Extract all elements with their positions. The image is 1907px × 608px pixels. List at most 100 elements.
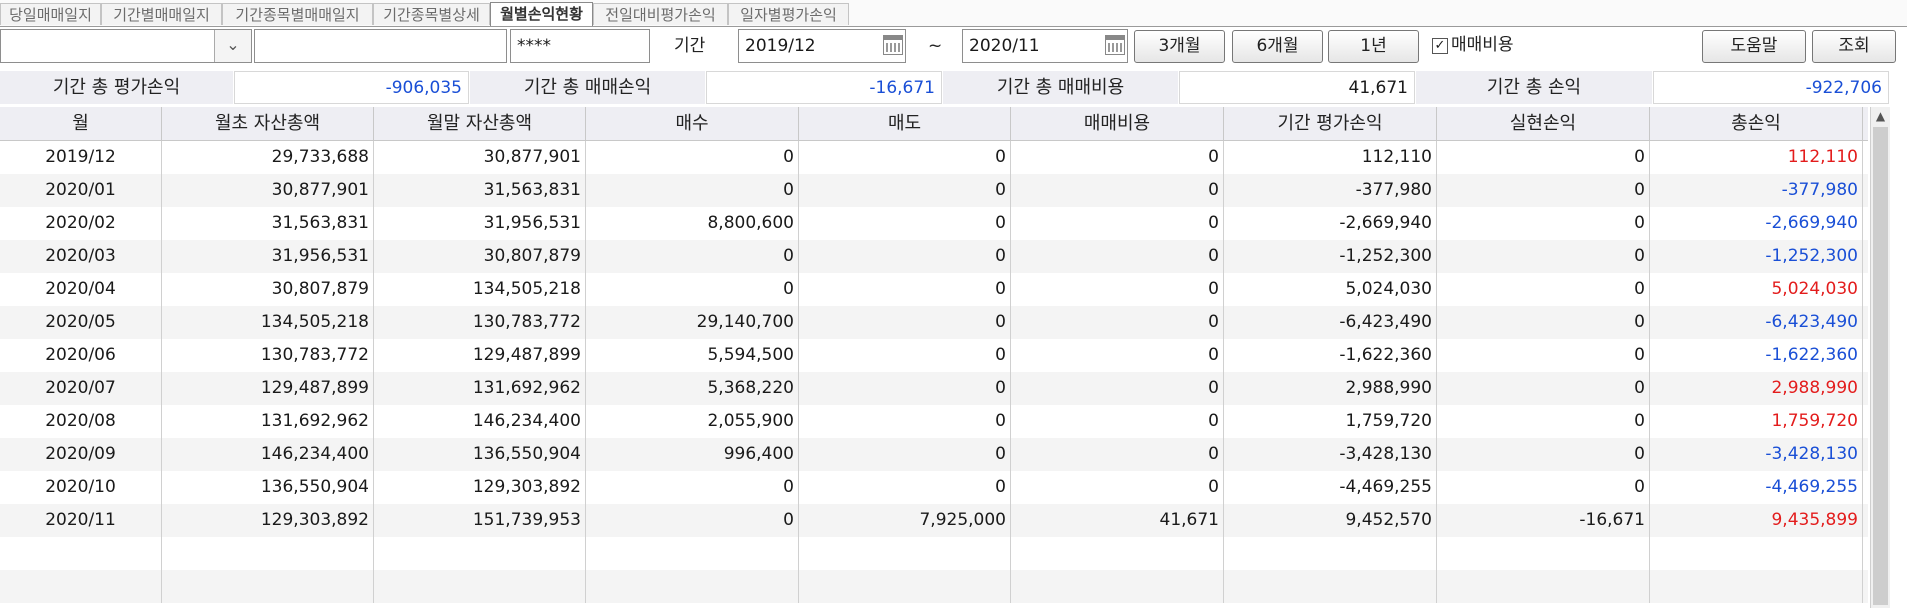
monthly-pnl-table: 월 월초 자산총액 월말 자산총액 매수 매도 매매비용 기간 평가손익 실현손익 총손익 20… <box>0 107 1868 608</box>
table-cell: -1,622,360 <box>1224 339 1437 372</box>
tab-period-stock-detail[interactable]: 기간종목별상세 <box>373 3 490 25</box>
column-header[interactable]: 월 <box>0 107 162 140</box>
table-cell <box>799 570 1011 603</box>
table-cell: 0 <box>1011 273 1224 306</box>
tab-prev-day-eval[interactable]: 전일대비평가손익 <box>593 3 728 25</box>
tab-period-stock-journal[interactable]: 기간종목별매매일지 <box>222 3 373 25</box>
table-row[interactable]: 2019/12 29,733,688 30,877,901 0 0 0 112,110 0 11… <box>0 141 1868 174</box>
table-row[interactable]: 2020/11 129,303,892 151,739,953 0 7,925,000 4… <box>0 504 1868 537</box>
table-cell: 0 <box>1437 273 1650 306</box>
table-row[interactable]: 2020/09 146,234,400 136,550,904 996,400 0 0 -3… <box>0 438 1868 471</box>
table-cell: 30,807,879 <box>374 240 586 273</box>
table-row[interactable]: 2020/10 136,550,904 129,303,892 0 0 0 -4,469,2… <box>0 471 1868 504</box>
summary-fee-label: 기간 총 매매비용 <box>943 71 1178 104</box>
table-cell: -6,423,490 <box>1224 306 1437 339</box>
period-separator: ~ <box>928 36 943 56</box>
table-cell: 30,877,901 <box>162 174 374 207</box>
column-header[interactable]: 매수 <box>586 107 799 140</box>
table-row[interactable] <box>0 537 1868 570</box>
table-cell: 0 <box>1011 438 1224 471</box>
table-cell: -377,980 <box>1224 174 1437 207</box>
column-header[interactable]: 매매비용 <box>1011 107 1224 140</box>
tab-monthly-pnl[interactable]: 월별손익현황 <box>490 2 593 26</box>
scroll-up-arrow-icon[interactable]: ▲ <box>1871 107 1890 126</box>
table-row[interactable]: 2020/02 31,563,831 31,956,531 8,800,600 0 0 -2… <box>0 207 1868 240</box>
3-months-button[interactable]: 3개월 <box>1134 30 1225 63</box>
table-row[interactable]: 2020/01 30,877,901 31,563,831 0 0 0 -377,980 0-… <box>0 174 1868 207</box>
table-cell: 0 <box>1437 141 1650 174</box>
table-cell <box>586 570 799 603</box>
table-cell: 130,783,772 <box>162 339 374 372</box>
tab-daily-journal[interactable]: 당일매매일지 <box>0 3 101 25</box>
table-cell: -377,980 <box>1650 174 1863 207</box>
summary-eval-value: -906,035 <box>234 71 469 104</box>
column-header[interactable]: 기간 평가손익 <box>1224 107 1437 140</box>
table-cell <box>799 537 1011 570</box>
tab-period-journal[interactable]: 기간별매매일지 <box>101 3 222 25</box>
column-header[interactable]: 월말 자산총액 <box>374 107 586 140</box>
table-cell: 2,988,990 <box>1224 372 1437 405</box>
table-cell: 8,800,600 <box>586 207 799 240</box>
table-row[interactable]: 2020/04 30,807,879 134,505,218 0 0 0 5,024,030… <box>0 273 1868 306</box>
calendar-icon[interactable] <box>1105 35 1125 55</box>
table-cell: 2019/12 <box>0 141 162 174</box>
start-date-input[interactable]: 2019/12 <box>738 29 906 63</box>
table-row[interactable]: 2020/05 134,505,218 130,783,772 29,140,700 0… <box>0 306 1868 339</box>
table-cell: 0 <box>799 339 1011 372</box>
table-cell: -1,622,360 <box>1650 339 1863 372</box>
tab-daily-eval[interactable]: 일자별평가손익 <box>728 3 849 25</box>
vertical-scrollbar[interactable]: ▲ <box>1870 107 1890 608</box>
table-cell: 31,956,531 <box>162 240 374 273</box>
table-cell: 0 <box>1437 438 1650 471</box>
account-combo[interactable]: ⌄ <box>0 29 252 63</box>
table-cell: 0 <box>1437 471 1650 504</box>
table-cell <box>162 537 374 570</box>
column-header[interactable]: 월초 자산총액 <box>162 107 374 140</box>
table-cell: 112,110 <box>1650 141 1863 174</box>
table-cell: 0 <box>586 273 799 306</box>
6-months-button[interactable]: 6개월 <box>1232 30 1323 63</box>
table-header: 월 월초 자산총액 월말 자산총액 매수 매도 매매비용 기간 평가손익 실현손익 총손익 <box>0 107 1868 141</box>
table-cell: 0 <box>586 141 799 174</box>
summary-trade-label: 기간 총 매매손익 <box>470 71 705 104</box>
column-header[interactable]: 실현손익 <box>1437 107 1650 140</box>
calendar-icon[interactable] <box>883 35 903 55</box>
table-cell: 151,739,953 <box>374 504 586 537</box>
table-cell <box>0 537 162 570</box>
table-cell: 0 <box>799 240 1011 273</box>
table-cell <box>1437 537 1650 570</box>
table-cell: 2020/08 <box>0 405 162 438</box>
table-row[interactable]: 2020/07 129,487,899 131,692,962 5,368,220 0 0… <box>0 372 1868 405</box>
table-cell: 0 <box>1011 306 1224 339</box>
table-cell: 131,692,962 <box>162 405 374 438</box>
column-header[interactable]: 총손익 <box>1650 107 1863 140</box>
table-cell: -6,423,490 <box>1650 306 1863 339</box>
table-cell: -2,669,940 <box>1650 207 1863 240</box>
table-cell: 2020/04 <box>0 273 162 306</box>
table-cell: 0 <box>799 471 1011 504</box>
table-cell: 5,368,220 <box>586 372 799 405</box>
table-cell: -3,428,130 <box>1650 438 1863 471</box>
search-button[interactable]: 조회 <box>1812 30 1896 63</box>
table-row[interactable] <box>0 570 1868 603</box>
help-button[interactable]: 도움말 <box>1702 30 1806 63</box>
table-cell: 112,110 <box>1224 141 1437 174</box>
checkbox-checked-icon[interactable]: ✓ <box>1432 38 1448 54</box>
summary-eval-label: 기간 총 평가손익 <box>0 71 233 104</box>
period-summary: 기간 총 평가손익 -906,035 기간 총 매매손익 -16,671 기간 … <box>0 71 1907 104</box>
table-cell: 1,759,720 <box>1224 405 1437 438</box>
1-year-button[interactable]: 1년 <box>1328 30 1419 63</box>
table-cell: -16,671 <box>1437 504 1650 537</box>
table-row[interactable]: 2020/03 31,956,531 30,807,879 0 0 0 -1,252,300… <box>0 240 1868 273</box>
table-cell <box>374 537 586 570</box>
summary-total-label: 기간 총 손익 <box>1416 71 1652 104</box>
column-header[interactable]: 매도 <box>799 107 1011 140</box>
table-row[interactable]: 2020/06 130,783,772 129,487,899 5,594,500 0 0… <box>0 339 1868 372</box>
end-date-input[interactable]: 2020/11 <box>962 29 1128 63</box>
password-field[interactable]: **** <box>510 29 650 63</box>
scroll-thumb[interactable] <box>1873 127 1888 605</box>
chevron-down-icon[interactable]: ⌄ <box>214 30 251 62</box>
table-cell: 30,877,901 <box>374 141 586 174</box>
table-row[interactable]: 2020/08 131,692,962 146,234,400 2,055,900 0 0… <box>0 405 1868 438</box>
table-cell: 1,759,720 <box>1650 405 1863 438</box>
